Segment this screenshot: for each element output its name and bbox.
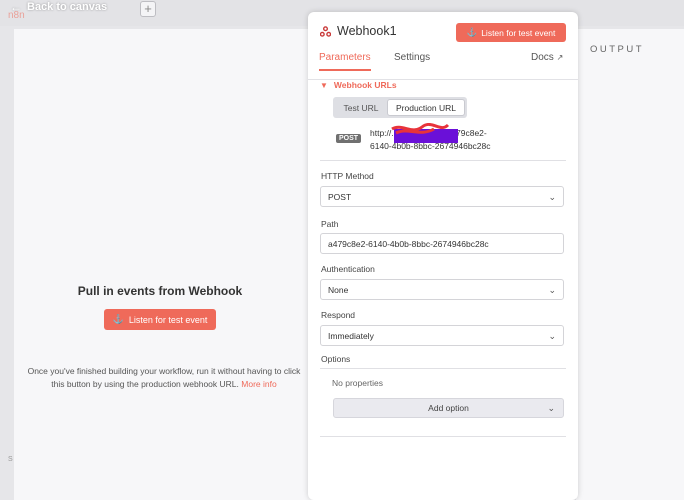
path-input[interactable]: a479c8e2-6140-4b0b-8bbc-2674946bc28c [320,233,564,254]
webhook-urls-header[interactable]: ▼ Webhook URLs [320,80,397,90]
input-listen-button[interactable]: ⚓ Listen for test event [104,309,216,330]
node-tabs: Parameters Settings Docs ↗ [308,50,578,80]
section-divider [320,160,566,161]
node-header: Webhook1 [320,24,397,38]
path-label: Path [321,219,339,229]
listen-test-event-label: Listen for test event [481,27,556,38]
output-pane [576,29,684,500]
http-method-value: POST [328,191,352,202]
add-option-label: Add option [428,403,469,413]
authentication-select[interactable]: None ⌄ [320,279,564,300]
input-listen-label: Listen for test event [128,314,208,325]
options-label: Options [321,354,351,364]
back-to-canvas-label: Back to canvas [27,1,108,13]
flask-icon: ⚓ [112,314,124,324]
authentication-label: Authentication [321,264,375,274]
input-pane [14,29,314,500]
add-option-button[interactable]: Add option ⌄ [333,398,564,418]
output-label: OUTPUT [590,44,645,55]
webhook-urls-heading: Webhook URLs [333,80,397,90]
tab-parameters[interactable]: Parameters [319,52,371,71]
external-link-icon: ↗ [556,53,564,62]
canvas-logo-peek: n8n [8,10,25,21]
more-info-link[interactable]: More info [241,379,276,389]
chevron-down-icon: ⌄ [548,331,556,341]
input-pane-title: Pull in events from Webhook [77,284,243,298]
add-node-button[interactable]: + [140,1,156,17]
authentication-value: None [328,284,349,295]
chevron-down-icon: ⌄ [548,192,556,202]
redaction-scribble [391,123,458,143]
path-value: a479c8e2-6140-4b0b-8bbc-2674946bc28c [328,238,489,249]
chevron-down-icon: ▼ [320,80,328,90]
http-method-label: HTTP Method [321,171,374,181]
listen-test-event-button[interactable]: ⚓ Listen for test event [456,23,566,42]
no-properties-text: No properties [332,378,384,388]
respond-label: Respond [321,310,356,320]
chevron-down-icon: ⌄ [548,285,556,295]
node-panel: Webhook1 ⚓ Listen for test event Paramet… [308,12,578,500]
tab-docs[interactable]: Docs ↗ [531,52,563,69]
node-title[interactable]: Webhook1 [337,24,397,38]
toggle-production-url[interactable]: Production URL [387,99,465,116]
respond-select[interactable]: Immediately ⌄ [320,325,564,346]
tab-docs-label: Docs [531,52,554,63]
webhook-icon [320,25,331,37]
flask-icon: ⚓ [466,27,478,37]
url-type-toggle: Test URL Production URL [333,97,467,118]
method-badge: POST [336,134,362,143]
http-method-select[interactable]: POST ⌄ [320,186,564,207]
input-pane-note: Once you've finished building your workf… [22,365,306,391]
toggle-test-url[interactable]: Test URL [335,99,387,116]
chevron-down-icon: ⌄ [547,403,555,413]
tab-settings[interactable]: Settings [394,52,430,69]
section-divider [320,436,566,437]
respond-value: Immediately [328,330,374,341]
